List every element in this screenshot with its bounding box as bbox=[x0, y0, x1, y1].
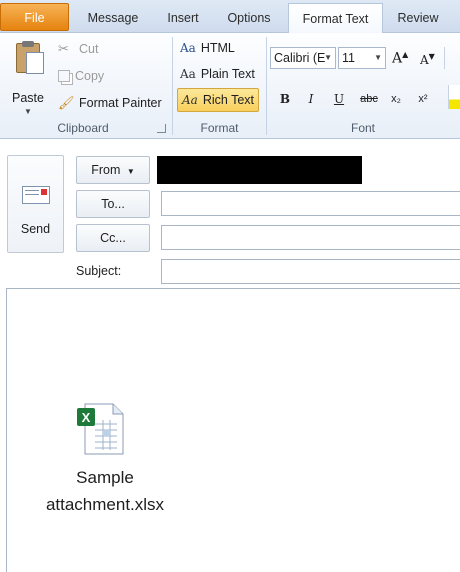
send-button[interactable]: Send bbox=[7, 155, 64, 253]
shrink-font-icon: A▼ bbox=[420, 52, 435, 67]
chevron-down-icon: ▼ bbox=[374, 53, 382, 62]
to-field[interactable] bbox=[161, 191, 460, 216]
clear-formatting-button[interactable] bbox=[444, 47, 460, 69]
subscript-button[interactable]: x₂ bbox=[385, 89, 407, 109]
copy-icon bbox=[58, 70, 70, 82]
cc-button[interactable]: Cc... bbox=[76, 224, 150, 252]
send-envelope-icon bbox=[22, 186, 50, 204]
paste-button[interactable]: Paste ▼ bbox=[8, 41, 48, 116]
rich-text-format-button[interactable]: Aa Rich Text bbox=[177, 88, 260, 112]
dialog-launcher-icon[interactable] bbox=[157, 124, 166, 133]
aa-icon: Aa bbox=[180, 41, 196, 55]
message-body[interactable]: X Sample attachment.xlsx bbox=[6, 288, 460, 572]
font-group-label: Font bbox=[350, 121, 375, 135]
to-button[interactable]: To... bbox=[76, 190, 150, 218]
grow-font-icon: A▲ bbox=[392, 50, 409, 67]
scissors-icon: ✂ bbox=[58, 41, 69, 56]
attachment-name-line1: Sample bbox=[76, 468, 134, 487]
tab-review[interactable]: Review bbox=[390, 3, 446, 33]
cut-button[interactable]: ✂ Cut bbox=[58, 41, 99, 57]
chevron-down-icon: ▼ bbox=[126, 167, 135, 176]
message-header: Send From ▼ To... Cc... Subject: bbox=[0, 140, 460, 288]
subject-field[interactable] bbox=[161, 259, 460, 284]
attachment-filename[interactable]: Sample attachment.xlsx bbox=[15, 464, 195, 518]
rich-text-label: Rich Text bbox=[202, 93, 255, 107]
attachment[interactable]: X bbox=[73, 402, 133, 455]
from-button[interactable]: From ▼ bbox=[76, 156, 150, 184]
font-name-value: Calibri (E bbox=[274, 51, 326, 65]
clipboard-group-label: Clipboard bbox=[57, 121, 109, 135]
font-size-combo[interactable]: 11 ▼ bbox=[338, 47, 386, 69]
font-size-value: 11 bbox=[342, 51, 355, 65]
underline-button[interactable]: U bbox=[328, 89, 350, 109]
svg-text:X: X bbox=[82, 410, 91, 425]
highlight-icon[interactable] bbox=[448, 85, 460, 109]
copy-button[interactable]: Copy bbox=[58, 69, 104, 83]
paste-icon bbox=[8, 41, 48, 81]
format-painter-label: Format Painter bbox=[79, 96, 162, 110]
tab-options[interactable]: Options bbox=[218, 3, 280, 33]
format-painter-button[interactable]: 🖌 Format Painter bbox=[58, 95, 162, 111]
bold-button[interactable]: B bbox=[274, 89, 296, 109]
tab-message[interactable]: Message bbox=[78, 3, 148, 33]
format-group-label: Format bbox=[200, 121, 239, 135]
subject-label: Subject: bbox=[76, 264, 122, 278]
html-format-button[interactable]: Aa HTML bbox=[180, 41, 235, 55]
plain-text-format-button[interactable]: Aa Plain Text bbox=[180, 67, 255, 81]
tab-insert[interactable]: Insert bbox=[158, 3, 208, 33]
excel-file-icon: X bbox=[77, 403, 124, 455]
shrink-font-button[interactable]: A▼ bbox=[420, 52, 435, 67]
attachment-name-line2: attachment.xlsx bbox=[45, 495, 165, 514]
ribbon: Paste ▼ ✂ Cut Copy 🖌 Format Painter Clip… bbox=[0, 33, 460, 139]
cut-label: Cut bbox=[79, 42, 99, 56]
from-value-redacted bbox=[157, 156, 362, 184]
tab-file[interactable]: File bbox=[0, 3, 69, 31]
paintbrush-icon: 🖌 bbox=[58, 95, 75, 110]
aa-italic-icon: Aa bbox=[182, 93, 198, 107]
italic-button[interactable]: I bbox=[300, 89, 322, 109]
chevron-down-icon: ▼ bbox=[24, 107, 32, 116]
chevron-down-icon: ▼ bbox=[324, 53, 332, 62]
from-label: From bbox=[91, 163, 121, 177]
copy-label: Copy bbox=[75, 69, 105, 83]
tab-format-text[interactable]: Format Text bbox=[288, 3, 383, 34]
paste-label: Paste bbox=[12, 91, 44, 105]
aa-icon: Aa bbox=[180, 67, 196, 81]
superscript-button[interactable]: x² bbox=[412, 89, 434, 109]
plain-text-label: Plain Text bbox=[200, 67, 255, 81]
grow-font-button[interactable]: A▲ bbox=[392, 50, 408, 67]
font-name-combo[interactable]: Calibri (E ▼ bbox=[270, 47, 336, 69]
ribbon-tabs: File Message Insert Options Format Text … bbox=[0, 0, 460, 34]
send-label: Send bbox=[20, 222, 51, 236]
strikethrough-button[interactable]: abc bbox=[356, 89, 382, 109]
cc-field[interactable] bbox=[161, 225, 460, 250]
html-label: HTML bbox=[200, 41, 235, 55]
